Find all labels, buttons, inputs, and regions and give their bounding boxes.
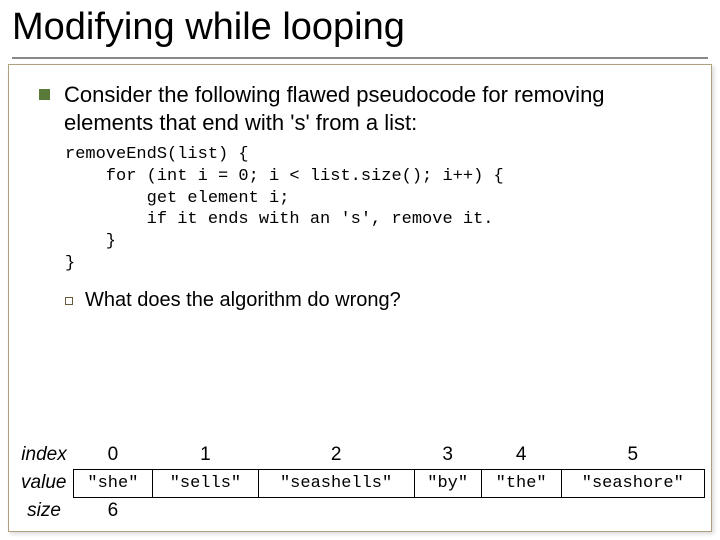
table-row-value: value "she" "sells" "seashells" "by" "th…: [15, 469, 705, 497]
index-cell: 4: [481, 441, 561, 469]
index-cell: 5: [561, 441, 704, 469]
bullet-icon: [39, 89, 50, 100]
index-cell: 2: [258, 441, 414, 469]
data-table: index 0 1 2 3 4 5 value "she" "sells" "s…: [15, 441, 705, 525]
value-cell: "seashore": [561, 469, 704, 497]
sub-bullet-icon: [65, 297, 73, 305]
table-row-size: size 6: [15, 497, 705, 525]
row-label-value: value: [15, 469, 73, 497]
slide-content: Consider the following flawed pseudocode…: [39, 81, 697, 312]
index-cell: 1: [153, 441, 258, 469]
value-cell: "by": [414, 469, 481, 497]
title-underline: [12, 57, 708, 59]
bullet-text: Consider the following flawed pseudocode…: [64, 81, 697, 136]
value-cell: "she": [73, 469, 153, 497]
slide-title-block: Modifying while looping: [12, 6, 708, 59]
table-row-index: index 0 1 2 3 4 5: [15, 441, 705, 469]
value-cell: "sells": [153, 469, 258, 497]
slide-title: Modifying while looping: [12, 6, 708, 55]
slide-frame: Consider the following flawed pseudocode…: [8, 64, 712, 532]
index-cell: 0: [73, 441, 153, 469]
row-label-size: size: [15, 497, 73, 525]
sub-bullet-text: What does the algorithm do wrong?: [85, 289, 401, 312]
sub-bullet-item: What does the algorithm do wrong?: [65, 289, 697, 312]
code-block: removeEndS(list) { for (int i = 0; i < l…: [65, 144, 697, 275]
index-cell: 3: [414, 441, 481, 469]
bullet-item: Consider the following flawed pseudocode…: [39, 81, 697, 136]
size-cell: 6: [73, 497, 153, 525]
row-label-index: index: [15, 441, 73, 469]
value-cell: "seashells": [258, 469, 414, 497]
value-cell: "the": [481, 469, 561, 497]
